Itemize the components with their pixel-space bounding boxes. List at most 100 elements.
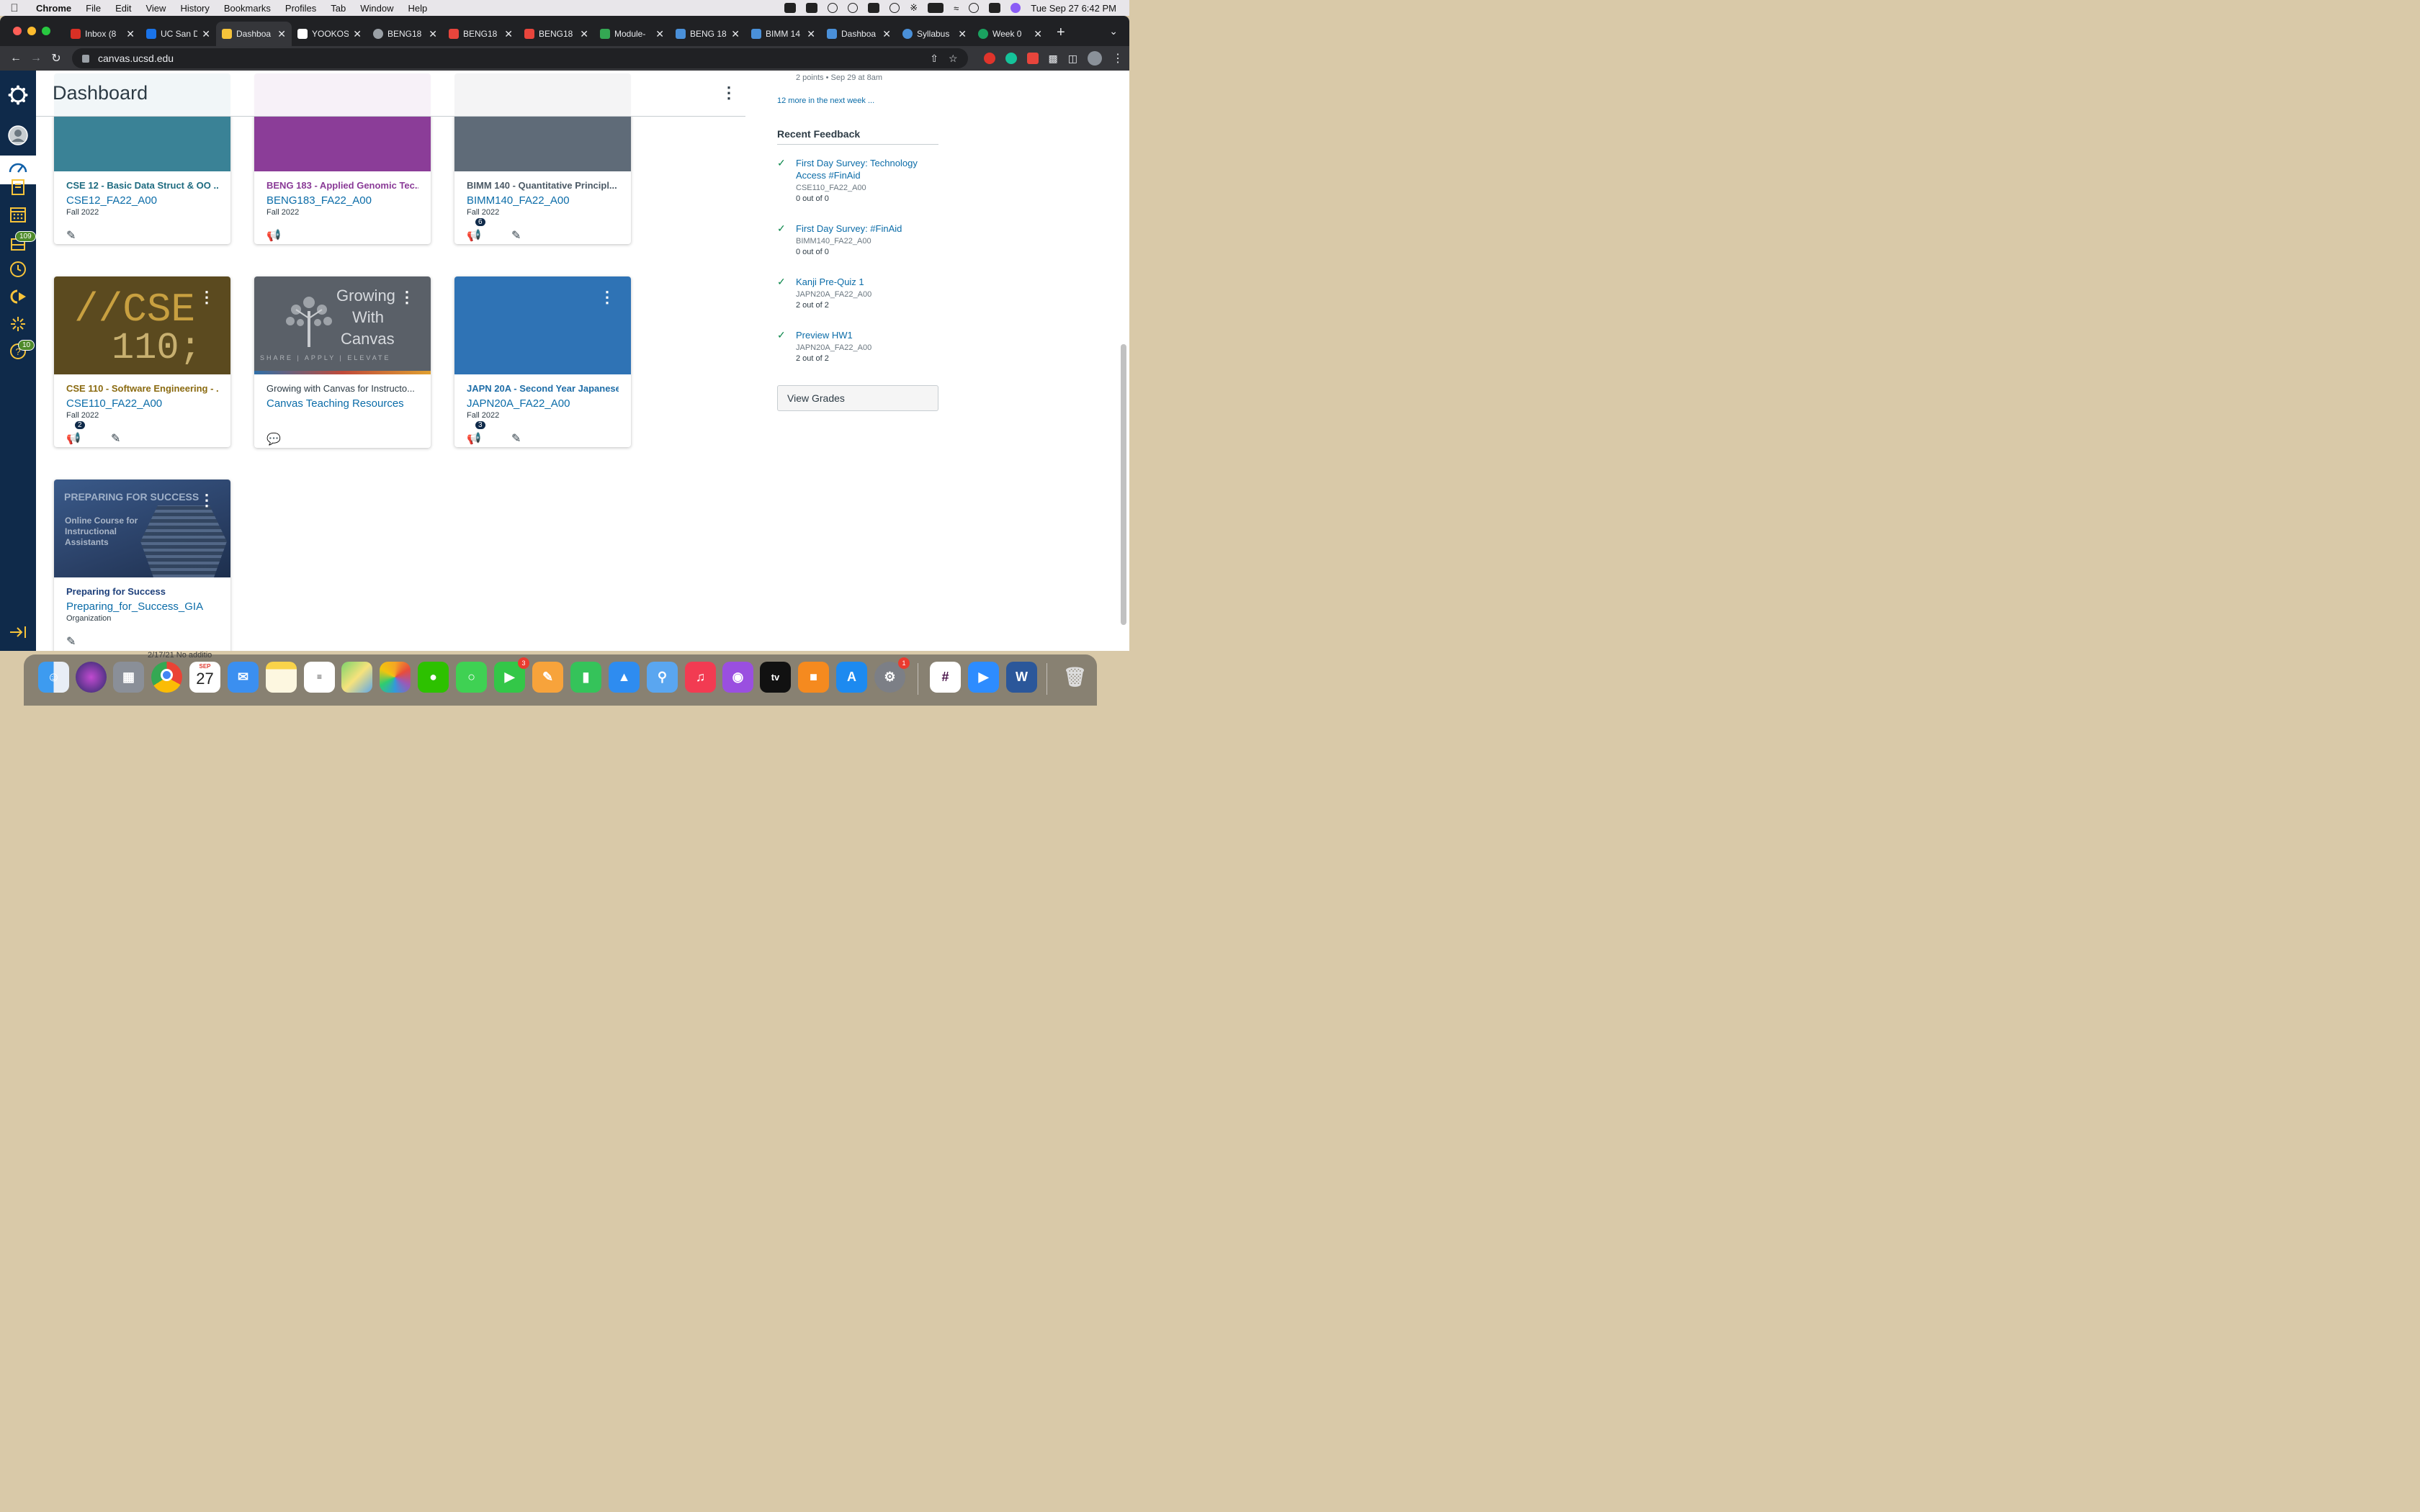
tab-dashboard-2[interactable]: Dashboa ✕	[821, 22, 897, 46]
url-text[interactable]: canvas.ucsd.edu	[98, 53, 174, 64]
bluetooth-icon[interactable]: ※	[910, 2, 918, 14]
more-todo-link[interactable]: 12 more in the next week ...	[777, 96, 874, 105]
course-card-title[interactable]: Preparing for Success	[66, 586, 218, 597]
zoom-icon[interactable]: ▶	[968, 662, 999, 693]
menu-window[interactable]: Window	[353, 3, 400, 14]
tab-ucsd[interactable]: UC San D ✕	[140, 22, 216, 46]
close-tab-icon[interactable]: ✕	[655, 28, 664, 40]
word-icon[interactable]: W	[1006, 662, 1037, 693]
trash-icon[interactable]: 🗑	[1059, 662, 1090, 693]
keynote-icon[interactable]: ▲	[609, 662, 640, 693]
close-tab-icon[interactable]: ✕	[126, 28, 135, 40]
assignments-icon[interactable]: ✎	[66, 228, 82, 243]
menu-help[interactable]: Help	[401, 3, 435, 14]
system-settings-icon[interactable]: ⚙ 1	[874, 657, 910, 693]
course-card-code[interactable]: Preparing_for_Success_GIA	[66, 600, 218, 613]
zoom-status-icon[interactable]	[806, 3, 818, 13]
tab-yookos[interactable]: YOOKOS ✕	[292, 22, 367, 46]
pdf-extension-icon[interactable]	[1026, 53, 1039, 64]
close-tab-icon[interactable]: ✕	[731, 28, 740, 40]
siri-icon[interactable]	[1010, 3, 1021, 13]
commons-arrow-icon[interactable]	[8, 288, 28, 308]
finder-icon[interactable]: ☺	[38, 662, 69, 693]
apple-tv-icon[interactable]: tv	[760, 662, 791, 693]
close-tab-icon[interactable]: ✕	[807, 28, 815, 40]
close-tab-icon[interactable]: ✕	[580, 28, 588, 40]
course-card-code[interactable]: CSE12_FA22_A00	[66, 194, 218, 207]
back-arrow-icon[interactable]: ←	[6, 52, 26, 65]
zoom-window-button[interactable]	[42, 27, 50, 35]
course-card-code[interactable]: BIMM140_FA22_A00	[467, 194, 619, 207]
close-tab-icon[interactable]: ✕	[958, 28, 967, 40]
menu-edit[interactable]: Edit	[108, 3, 138, 14]
account-avatar-icon[interactable]	[8, 125, 28, 145]
course-card-code[interactable]: JAPN20A_FA22_A00	[467, 397, 619, 410]
app-store-icon[interactable]: A	[836, 662, 867, 693]
course-card-title[interactable]: CSE 12 - Basic Data Struct & OO ...	[66, 180, 218, 191]
bookmark-star-icon[interactable]: ☆	[949, 53, 958, 65]
podcasts-icon[interactable]: ◉	[722, 662, 753, 693]
course-card-hero[interactable]: PREPARING FOR SUCCESS Online Course for …	[54, 480, 230, 577]
facetime-icon[interactable]: ▶ 3	[494, 657, 529, 693]
assignments-icon[interactable]: ✎	[66, 634, 82, 649]
close-tab-icon[interactable]: ✕	[277, 28, 286, 40]
view-grades-button[interactable]: View Grades	[777, 385, 938, 411]
play-status-icon[interactable]	[848, 3, 859, 13]
course-card-code[interactable]: CSE110_FA22_A00	[66, 397, 218, 410]
tab-beng18-pdf-2[interactable]: BENG18 ✕	[519, 22, 594, 46]
course-card-hero[interactable]: Growing With Canvas SHARE | APPLY | ELEV…	[254, 276, 431, 374]
card-options-icon[interactable]: ⋮	[199, 289, 215, 305]
chrome-menu-icon[interactable]: ⋮	[1112, 51, 1124, 66]
course-card-title[interactable]: Growing with Canvas for Instructo...	[266, 383, 418, 394]
close-tab-icon[interactable]: ✕	[1034, 28, 1042, 40]
side-panel-icon[interactable]: ◫	[1068, 53, 1077, 65]
feedback-title-link[interactable]: First Day Survey: Technology Access #Fin…	[796, 157, 938, 181]
menu-tab[interactable]: Tab	[323, 3, 353, 14]
hash-status-icon[interactable]	[868, 3, 880, 13]
course-card-japn20a[interactable]: ⋮ JAPN 20A - Second Year Japanese ... JA…	[454, 276, 631, 447]
course-card-code[interactable]: BENG183_FA22_A00	[266, 194, 418, 207]
menu-history[interactable]: History	[173, 3, 216, 14]
reminders-icon[interactable]: ≡	[304, 662, 335, 693]
notes-icon[interactable]	[266, 662, 297, 693]
close-window-button[interactable]	[13, 27, 22, 35]
card-options-icon[interactable]: ⋮	[399, 289, 415, 305]
canvas-logo-icon[interactable]	[8, 85, 28, 105]
tab-beng18-pdf-1[interactable]: BENG18 ✕	[443, 22, 519, 46]
grammarly-extension-icon[interactable]	[1005, 53, 1017, 64]
feedback-title-link[interactable]: First Day Survey: #FinAid	[796, 222, 938, 235]
course-card-title[interactable]: JAPN 20A - Second Year Japanese ...	[467, 383, 619, 394]
tab-beng18-piazza[interactable]: BENG 18 ✕	[670, 22, 745, 46]
books-icon[interactable]: ■	[798, 662, 829, 693]
new-tab-icon[interactable]: +	[1048, 24, 1074, 41]
course-card-hero[interactable]: ⋮	[454, 276, 631, 374]
menu-app-chrome[interactable]: Chrome	[29, 3, 79, 14]
music-icon[interactable]: ♫	[685, 662, 716, 693]
calendar-icon[interactable]: SEP 27	[189, 662, 220, 693]
preview-icon[interactable]: ⚲	[647, 662, 678, 693]
maps-icon[interactable]	[341, 662, 372, 693]
photos-icon[interactable]	[380, 662, 411, 693]
feedback-title-link[interactable]: Kanji Pre-Quiz 1	[796, 276, 938, 288]
wechat-icon[interactable]: ●	[418, 662, 449, 693]
announcements-megaphone-icon[interactable]: 📢 6	[467, 218, 485, 243]
siri-icon[interactable]	[76, 662, 107, 693]
battery-icon[interactable]	[928, 3, 944, 13]
calendar-grid-icon[interactable]	[8, 206, 28, 226]
announcements-megaphone-icon[interactable]: 📢 2	[66, 421, 85, 446]
airdrop-icon[interactable]	[889, 3, 900, 13]
course-card-title[interactable]: CSE 110 - Software Engineering - ...	[66, 383, 218, 394]
spotlight-search-icon[interactable]	[969, 3, 980, 13]
close-tab-icon[interactable]: ✕	[429, 28, 437, 40]
wechat-status-icon[interactable]	[784, 3, 797, 13]
course-card-hero[interactable]: //CSE 110; ⋮	[54, 276, 230, 374]
menu-profiles[interactable]: Profiles	[278, 3, 323, 14]
close-tab-icon[interactable]: ✕	[882, 28, 891, 40]
share-icon[interactable]: ⇧	[930, 53, 938, 65]
menubar-clock[interactable]: Tue Sep 27 6:42 PM	[1031, 3, 1116, 14]
pages-icon[interactable]: ✎	[532, 662, 563, 693]
courses-book-icon[interactable]	[8, 179, 28, 199]
menu-view[interactable]: View	[138, 3, 173, 14]
extensions-puzzle-icon[interactable]: ▩	[1049, 53, 1058, 65]
card-options-icon[interactable]: ⋮	[599, 289, 615, 305]
